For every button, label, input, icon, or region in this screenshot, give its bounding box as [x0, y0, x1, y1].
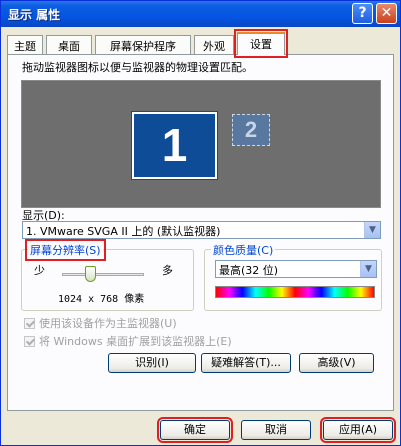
- resolution-slider-thumb[interactable]: [85, 266, 97, 282]
- help-icon[interactable]: ?: [352, 3, 373, 24]
- advanced-button[interactable]: 高级(V): [299, 353, 374, 373]
- close-icon[interactable]: ✕: [376, 3, 397, 24]
- title-bar[interactable]: 显示 属性 ? ✕: [1, 1, 400, 27]
- checkbox-box[interactable]: [24, 318, 35, 329]
- settings-panel: 拖动监视器图标以便与监视器的物理设置匹配。 1 2 显示(D): 1. VMwa…: [7, 54, 394, 411]
- resolution-less-label: 少: [34, 264, 45, 277]
- instruction-text: 拖动监视器图标以便与监视器的物理设置匹配。: [22, 61, 253, 74]
- ok-button[interactable]: 确定: [157, 417, 233, 443]
- checkbox-box[interactable]: [24, 336, 35, 347]
- resolution-value: 1024 x 768 像素: [58, 294, 145, 305]
- color-spectrum-bar: [215, 286, 375, 298]
- chevron-down-icon[interactable]: ▼: [364, 222, 380, 238]
- cancel-button[interactable]: 取消: [241, 420, 311, 440]
- chevron-down-icon[interactable]: ▼: [360, 261, 376, 277]
- color-quality-group: 颜色质量(C) 最高(32 位) ▼: [204, 242, 382, 311]
- extend-desktop-checkbox[interactable]: 将 Windows 桌面扩展到该监视器上(E): [24, 333, 232, 349]
- resolution-title: 屏幕分辨率(S): [25, 239, 106, 261]
- color-quality-value: 最高(32 位): [219, 264, 279, 277]
- tab-desktop[interactable]: 桌面: [46, 35, 92, 54]
- window-title: 显示 属性: [8, 8, 61, 22]
- tab-appearance[interactable]: 外观: [194, 35, 234, 54]
- troubleshoot-button[interactable]: 疑难解答(T)...: [201, 353, 291, 373]
- monitor-arrangement-area: 1 2: [21, 80, 381, 208]
- resolution-slider-track[interactable]: [62, 273, 144, 276]
- monitor-2[interactable]: 2: [232, 114, 270, 146]
- display-select-value: 1. VMware SVGA II 上的 (默认监视器): [26, 225, 221, 238]
- extend-desktop-label: 将 Windows 桌面扩展到该监视器上(E): [39, 335, 232, 348]
- resolution-more-label: 多: [162, 264, 173, 277]
- tab-screensaver[interactable]: 屏幕保护程序: [95, 35, 191, 54]
- tab-themes[interactable]: 主题: [7, 35, 43, 54]
- primary-monitor-label: 使用该设备作为主监视器(U): [39, 317, 177, 330]
- identify-button[interactable]: 识别(I): [108, 353, 196, 373]
- tab-settings[interactable]: 设置: [234, 29, 288, 58]
- display-select[interactable]: 1. VMware SVGA II 上的 (默认监视器) ▼: [22, 221, 381, 239]
- display-properties-window: 显示 属性 ? ✕ 主题 桌面 屏幕保护程序 外观 设置 拖动监视器图标以便与监…: [0, 0, 401, 446]
- color-quality-title: 颜色质量(C): [211, 242, 276, 258]
- resolution-group: 屏幕分辨率(S) 少 多 1024 x 768 像素: [21, 239, 194, 311]
- apply-button[interactable]: 应用(A): [320, 417, 396, 443]
- color-quality-select[interactable]: 最高(32 位) ▼: [215, 260, 377, 278]
- monitor-1[interactable]: 1: [131, 111, 218, 180]
- primary-monitor-checkbox[interactable]: 使用该设备作为主监视器(U): [24, 315, 177, 331]
